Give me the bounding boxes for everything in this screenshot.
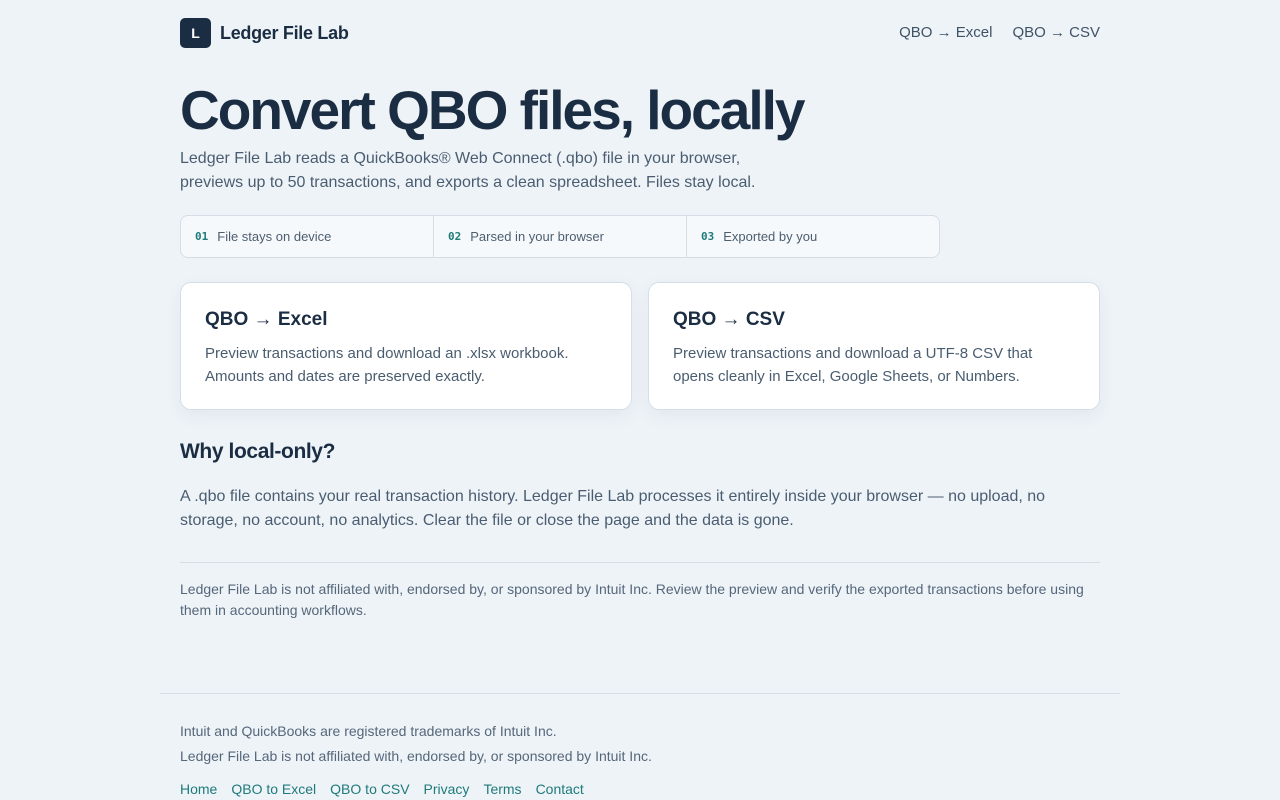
logo-icon: L — [180, 18, 211, 48]
brand-name: Ledger File Lab — [220, 22, 349, 43]
footer-divider — [160, 693, 1120, 694]
step-label: Exported by you — [723, 229, 818, 244]
hero-lead: Ledger File Lab reads a QuickBooks® Web … — [180, 150, 756, 191]
step-label: Parsed in your browser — [470, 229, 604, 244]
steps-bar: 01 File stays on device 02 Parsed in you… — [180, 215, 940, 258]
footer-nav: Home QBO to Excel QBO to CSV Privacy Ter… — [180, 781, 584, 797]
card-qbo-excel[interactable]: QBO → Excel Preview transactions and dow… — [180, 282, 632, 410]
footer-affiliation: Ledger File Lab is not affiliated with, … — [180, 748, 652, 764]
top-bar: L Ledger File Lab QBO → Excel QBO → CSV — [180, 18, 1100, 48]
card-title: QBO → Excel — [205, 309, 328, 330]
footer-trademark: Intuit and QuickBooks are registered tra… — [180, 723, 557, 739]
footer-link-home[interactable]: Home — [180, 781, 217, 797]
disclaimer: Ledger File Lab is not affiliated with, … — [180, 581, 1084, 618]
page-title: Convert QBO files, locally — [180, 79, 805, 141]
footer-link-privacy[interactable]: Privacy — [424, 781, 470, 797]
card-title: QBO → CSV — [673, 309, 785, 330]
step-label: File stays on device — [217, 229, 332, 244]
footer-link-qbo-excel[interactable]: QBO to Excel — [231, 781, 316, 797]
step-number: 01 — [195, 230, 209, 243]
why-text: A .qbo file contains your real transacti… — [180, 488, 1046, 529]
footer-link-qbo-csv[interactable]: QBO to CSV — [330, 781, 409, 797]
step-1: 01 File stays on device — [181, 216, 433, 257]
nav-qbo-excel-link[interactable]: QBO → Excel — [899, 24, 992, 41]
step-3: 03 Exported by you — [686, 216, 939, 257]
card-description: Preview transactions and download an .xl… — [205, 345, 569, 385]
card-qbo-csv[interactable]: QBO → CSV Preview transactions and downl… — [648, 282, 1100, 410]
step-number: 02 — [448, 230, 462, 243]
footer-link-terms[interactable]: Terms — [483, 781, 521, 797]
why-heading: Why local-only? — [180, 440, 336, 463]
step-number: 03 — [701, 230, 715, 243]
footer-link-contact[interactable]: Contact — [536, 781, 584, 797]
step-2: 02 Parsed in your browser — [433, 216, 686, 257]
brand-home-link[interactable]: L Ledger File Lab — [180, 18, 349, 48]
nav-qbo-csv-link[interactable]: QBO → CSV — [1012, 24, 1100, 41]
card-description: Preview transactions and download a UTF-… — [673, 345, 1033, 385]
divider — [180, 562, 1100, 563]
top-nav: QBO → Excel QBO → CSV — [899, 24, 1100, 41]
